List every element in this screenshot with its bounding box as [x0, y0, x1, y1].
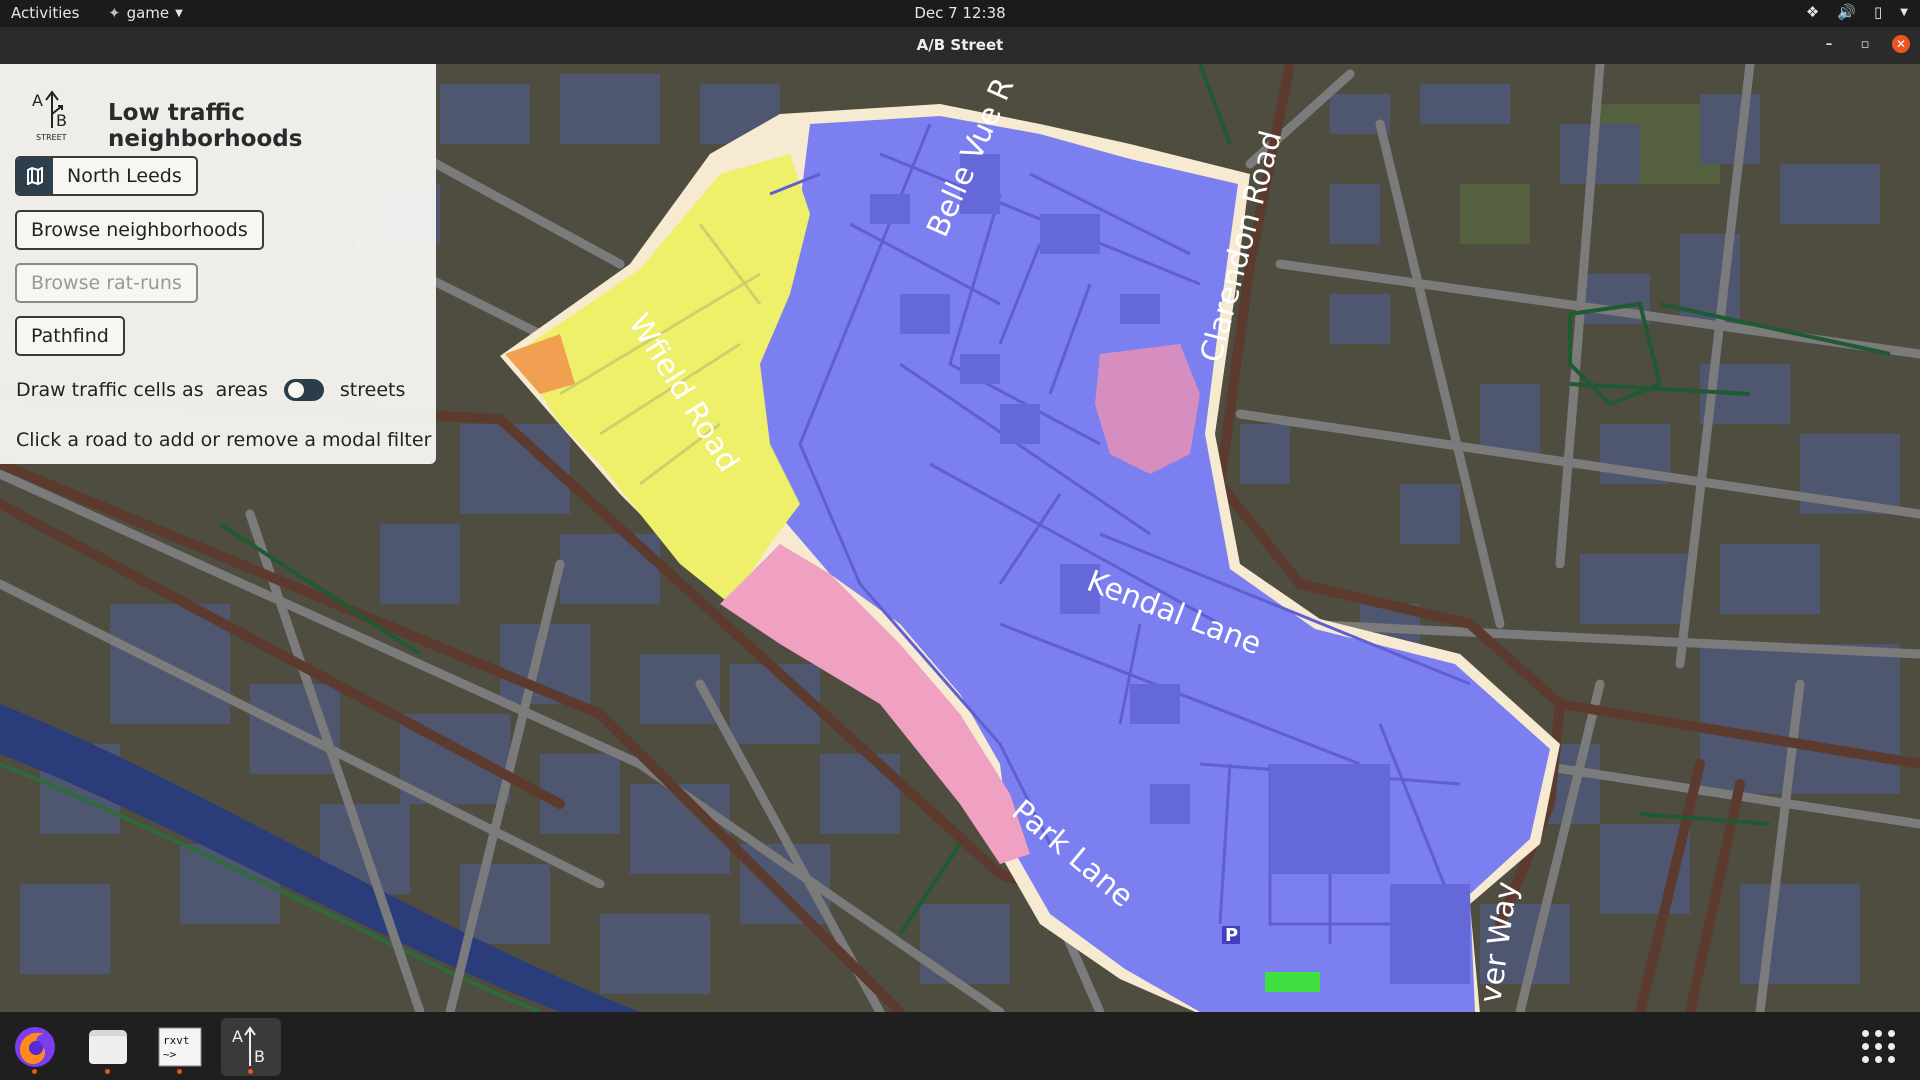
svg-text:A: A: [232, 1027, 243, 1046]
system-top-bar: Activities ✦ game ▼ Dec 7 12:38 ❖ 🔊 ▯ ▼: [0, 0, 1920, 27]
pathfind-button[interactable]: Pathfind: [15, 316, 125, 356]
terminal-launcher[interactable]: rxvt ~>: [150, 1018, 210, 1076]
svg-text:~>: ~>: [163, 1048, 177, 1061]
logo-wordmark: STREET: [36, 133, 67, 142]
abstreet-icon: A B: [232, 1026, 265, 1066]
svg-text:A: A: [32, 91, 43, 110]
draw-cells-label: Draw traffic cells as: [16, 379, 204, 401]
taskbar-dock: rxvt ~> A B: [0, 1012, 1920, 1080]
chevron-down-icon: ▼: [1900, 6, 1908, 18]
files-launcher[interactable]: [78, 1018, 138, 1076]
draw-cells-row: Draw traffic cells as areas streets: [16, 379, 405, 401]
battery-icon: ▯: [1874, 3, 1883, 21]
terminal-icon: rxvt ~>: [158, 1027, 202, 1067]
app-menu[interactable]: ✦ game ▼: [108, 4, 183, 22]
close-button[interactable]: ✕: [1892, 35, 1910, 53]
system-tray[interactable]: ❖ 🔊 ▯ ▼: [1806, 3, 1908, 21]
minimize-button[interactable]: –: [1820, 35, 1838, 53]
firefox-launcher[interactable]: [5, 1018, 65, 1076]
window-title-bar: A/B Street – ▫ ✕: [0, 27, 1920, 64]
window-title: A/B Street: [916, 36, 1004, 54]
toggle-left-label: areas: [215, 379, 268, 401]
svg-text:B: B: [254, 1047, 265, 1066]
svg-text:B: B: [56, 111, 67, 130]
app-menu-label: game: [126, 4, 170, 22]
toggle-right-label: streets: [339, 379, 406, 401]
activities-button[interactable]: Activities: [11, 4, 79, 22]
ltn-panel: A B STREET Low traffic neighborhoods Nor…: [0, 64, 436, 464]
change-region-button[interactable]: North Leeds: [15, 156, 198, 196]
browse-neighborhoods-button[interactable]: Browse neighborhoods: [15, 210, 264, 250]
terminal-label: rxvt: [163, 1034, 190, 1047]
toggle-knob: [287, 382, 304, 398]
chevron-down-icon: ▼: [175, 7, 183, 19]
firefox-icon: [15, 1027, 55, 1067]
files-icon: [89, 1030, 127, 1064]
cells-mode-toggle[interactable]: [283, 379, 324, 401]
instruction-text: Click a road to add or remove a modal fi…: [16, 429, 432, 451]
volume-icon: 🔊: [1837, 3, 1857, 21]
abstreet-logo[interactable]: A B STREET: [28, 84, 84, 142]
map-icon: [17, 158, 53, 194]
app-menu-icon: ✦: [108, 4, 121, 22]
maximize-button[interactable]: ▫: [1856, 35, 1874, 53]
page-title: Low traffic neighborhoods: [108, 100, 303, 152]
abstreet-launcher[interactable]: A B: [221, 1018, 281, 1076]
parking-symbol: P: [1225, 925, 1238, 946]
browse-rat-runs-button[interactable]: Browse rat-runs: [15, 263, 198, 303]
dropbox-icon: ❖: [1805, 3, 1820, 21]
clock[interactable]: Dec 7 12:38: [914, 4, 1005, 22]
show-apps-icon[interactable]: [1862, 1030, 1895, 1063]
region-label: North Leeds: [67, 165, 182, 187]
